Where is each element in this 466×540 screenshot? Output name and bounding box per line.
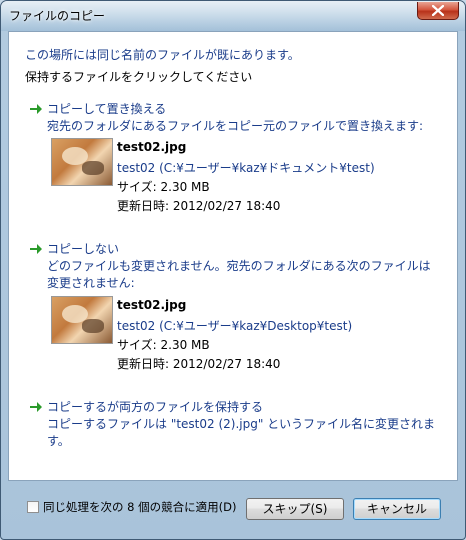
option-replace-description: 宛先のフォルダにあるファイルをコピー元のファイルで置き換えます: (47, 119, 424, 133)
conflict-message: この場所には同じ名前のファイルが既にあります。 (25, 48, 300, 62)
green-arrow-icon (30, 402, 42, 412)
file-name: test02.jpg (117, 140, 187, 154)
instruction-message: 保持するファイルをクリックしてください (25, 70, 253, 84)
option-replace[interactable]: コピーして置き換える 宛先のフォルダにあるファイルをコピー元のファイルで置き換え… (29, 100, 449, 213)
option-replace-label: コピーして置き換える (47, 102, 167, 116)
apply-to-all-checkbox[interactable] (27, 501, 39, 513)
file-modified: 更新日時: 2012/02/27 18:40 (117, 357, 281, 371)
option-dont-copy-label: コピーしない (47, 242, 120, 256)
file-size: サイズ: 2.30 MB (117, 338, 210, 352)
file-thumbnail (51, 296, 113, 344)
close-icon (432, 5, 444, 16)
skip-button[interactable]: スキップ(S) (246, 498, 344, 520)
green-arrow-icon (30, 244, 42, 254)
file-thumbnail (51, 138, 113, 186)
copy-file-dialog: ファイルのコピー この場所には同じ名前のファイルが既にあります。 保持するファイ… (0, 0, 466, 540)
option-keep-both[interactable]: コピーするが両方のファイルを保持する コピーするファイルは "test02 (2… (29, 398, 449, 454)
file-path: test02 (C:¥ユーザー¥kaz¥ドキュメント¥test) (117, 161, 375, 175)
apply-to-all-label[interactable]: 同じ処理を次の 8 個の競合に適用(D) (43, 499, 236, 515)
window-title: ファイルのコピー (9, 9, 106, 23)
description-line: 変更されません: (47, 276, 135, 290)
description-line: どのファイルも変更されません。宛先のフォルダにある次のファイルは (47, 259, 431, 273)
dialog-footer: 同じ処理を次の 8 個の競合に適用(D) スキップ(S) キャンセル (1, 481, 465, 539)
option-dont-copy-description: どのファイルも変更されません。宛先のフォルダにある次のファイルは 変更されません… (47, 258, 447, 292)
option-keep-both-label: コピーするが両方のファイルを保持する (47, 400, 264, 414)
description-line: コピーするファイルは "test02 (2).jpg" というファイル名に変更さ… (47, 417, 435, 431)
close-button[interactable] (417, 2, 459, 20)
option-keep-both-description: コピーするファイルは "test02 (2).jpg" というファイル名に変更さ… (47, 416, 447, 450)
option-dont-copy[interactable]: コピーしない どのファイルも変更されません。宛先のフォルダにある次のファイルは … (29, 240, 449, 371)
description-line: す。 (47, 434, 70, 448)
cancel-button[interactable]: キャンセル (353, 498, 441, 520)
title-bar[interactable]: ファイルのコピー (1, 1, 465, 31)
dialog-content: この場所には同じ名前のファイルが既にあります。 保持するファイルをクリックしてく… (8, 31, 458, 481)
file-name: test02.jpg (117, 298, 187, 312)
file-modified: 更新日時: 2012/02/27 18:40 (117, 199, 281, 213)
file-path: test02 (C:¥ユーザー¥kaz¥Desktop¥test) (117, 319, 353, 333)
file-size: サイズ: 2.30 MB (117, 180, 210, 194)
green-arrow-icon (30, 104, 42, 114)
